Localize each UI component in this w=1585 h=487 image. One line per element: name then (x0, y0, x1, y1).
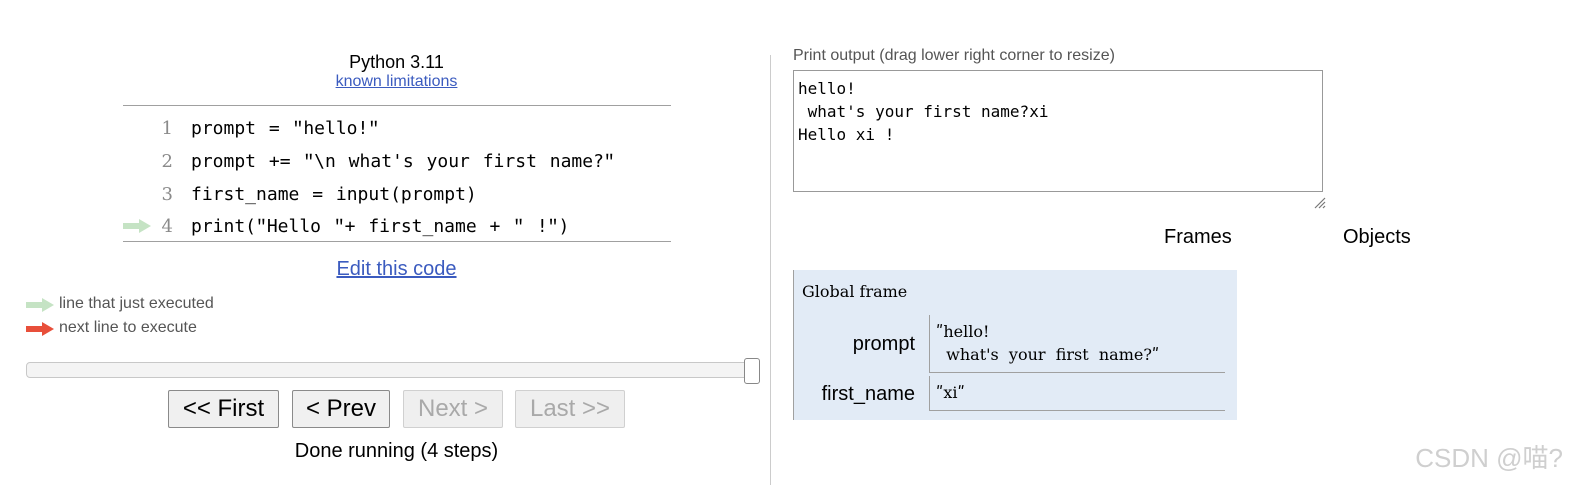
code-line: 1 prompt = ʺhello!ʺ (123, 113, 671, 145)
line-number: 3 (161, 184, 173, 205)
variable-value: ʺhello! what's your first name?ʺ (929, 315, 1225, 373)
variable-name: first_name (821, 383, 915, 405)
next-button[interactable]: Next > (403, 390, 503, 428)
known-limitations-link-wrap: known limitations (0, 73, 793, 91)
red-arrow-icon (26, 322, 54, 336)
objects-heading: Objects (1343, 226, 1411, 248)
prev-button[interactable]: < Prev (292, 390, 390, 428)
pane-divider (770, 55, 771, 485)
code-text: first_name = input(prompt) (191, 184, 477, 205)
code-line: 4 print(ʺHello ʺ+ first_name + ʺ !ʺ) (123, 211, 671, 243)
execution-status: Done running (4 steps) (294, 440, 499, 462)
variable-name: prompt (852, 333, 915, 355)
code-text: prompt += ʺ\n what's your first name?ʺ (191, 151, 615, 172)
code-text: print(ʺHello ʺ+ first_name + ʺ !ʺ) (191, 216, 570, 237)
line-number: 2 (161, 151, 173, 172)
frame-title: Global frame (802, 282, 908, 301)
code-bottom-divider (123, 241, 671, 242)
resize-handle-icon[interactable] (1314, 197, 1326, 209)
variable-value: ʺxiʺ (929, 376, 1225, 411)
legend-next-line-label: next line to execute (59, 319, 197, 336)
watermark: CSDN @喵? (1415, 443, 1563, 473)
edit-code-link-wrap: Edit this code (0, 258, 793, 281)
line-number: 4 (161, 216, 173, 237)
code-line: 3 first_name = input(prompt) (123, 179, 671, 211)
step-slider-handle[interactable] (744, 358, 760, 384)
known-limitations-link[interactable]: known limitations (336, 73, 458, 90)
frames-heading: Frames (1164, 226, 1232, 248)
green-arrow-icon (26, 298, 54, 312)
step-slider-track[interactable] (26, 362, 758, 378)
just-executed-arrow-icon (123, 219, 151, 233)
last-button[interactable]: Last >> (515, 390, 625, 428)
code-top-divider (123, 105, 671, 106)
code-text: prompt = ʺhello!ʺ (191, 118, 380, 139)
line-number: 1 (161, 118, 173, 139)
language-title: Python 3.11 (349, 52, 444, 72)
legend-just-executed-label: line that just executed (59, 295, 214, 312)
code-line: 2 prompt += ʺ\n what's your first name?ʺ (123, 146, 671, 178)
print-output-box[interactable]: hello! what's your first name?xi Hello x… (793, 70, 1323, 192)
first-button[interactable]: << First (168, 390, 279, 428)
edit-code-link[interactable]: Edit this code (336, 258, 456, 280)
print-output-label: Print output (drag lower right corner to… (793, 47, 1115, 64)
